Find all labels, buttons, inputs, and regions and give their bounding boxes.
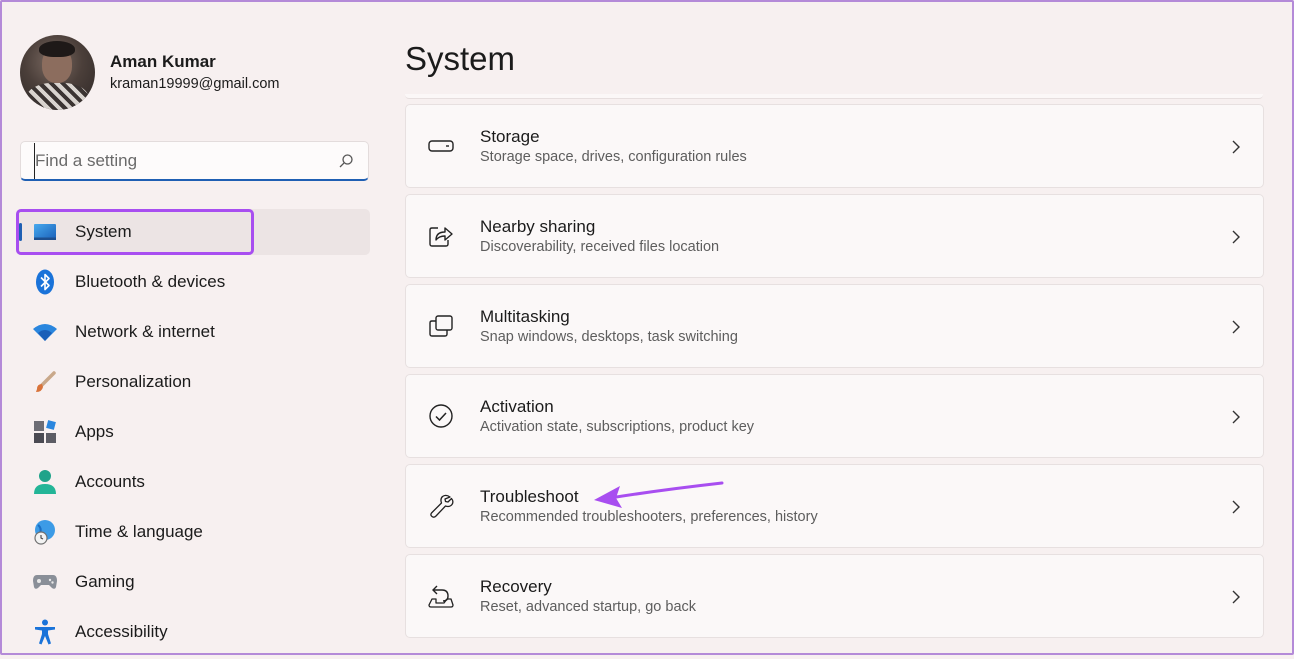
sidebar-item-label: Apps <box>75 422 114 441</box>
sidebar-item-system[interactable]: System <box>16 209 370 255</box>
sidebar-item-label: Bluetooth & devices <box>75 272 226 291</box>
user-name: Aman Kumar <box>110 51 216 71</box>
page-title: System <box>405 40 516 77</box>
settings-list: Storage Storage space, drives, configura… <box>405 104 1264 644</box>
settings-card-recovery[interactable]: Recovery Reset, advanced startup, go bac… <box>405 554 1264 638</box>
card-subtitle: Discoverability, received files location <box>480 238 720 255</box>
user-email: kraman19999@gmail.com <box>110 75 280 92</box>
search-icon[interactable] <box>338 153 354 169</box>
accessibility-icon <box>32 619 58 645</box>
sidebar-item-accessibility[interactable]: Accessibility <box>16 609 370 655</box>
brush-icon <box>32 369 58 395</box>
apps-icon <box>32 419 58 445</box>
sidebar-item-gaming[interactable]: Gaming <box>16 559 370 605</box>
card-title: Recovery <box>480 576 552 596</box>
sidebar-item-label: Time & language <box>75 522 203 541</box>
sidebar-item-bluetooth[interactable]: Bluetooth & devices <box>16 259 370 305</box>
sidebar-nav: System Bluetooth & devices Network & int… <box>16 209 370 659</box>
globe-clock-icon <box>32 519 58 545</box>
search-input[interactable] <box>34 142 338 179</box>
sidebar-item-label: Network & internet <box>75 322 215 341</box>
storage-drive-icon <box>427 132 455 160</box>
chevron-right-icon <box>1232 590 1240 604</box>
sidebar-item-accounts[interactable]: Accounts <box>16 459 370 505</box>
settings-card-troubleshoot[interactable]: Troubleshoot Recommended troubleshooters… <box>405 464 1264 548</box>
card-subtitle: Recommended troubleshooters, preferences… <box>480 508 818 525</box>
settings-card-nearby-sharing[interactable]: Nearby sharing Discoverability, received… <box>405 194 1264 278</box>
chevron-right-icon <box>1232 500 1240 514</box>
profile-text: Aman Kumar kraman19999@gmail.com <box>110 51 279 94</box>
multitasking-icon <box>427 312 455 340</box>
settings-card-multitasking[interactable]: Multitasking Snap windows, desktops, tas… <box>405 284 1264 368</box>
chevron-right-icon <box>1232 140 1240 154</box>
card-title: Storage <box>480 126 540 146</box>
gamepad-icon <box>32 569 58 595</box>
chevron-right-icon <box>1232 320 1240 334</box>
sidebar-item-label: Gaming <box>75 572 135 591</box>
bluetooth-icon <box>32 269 58 295</box>
card-title: Nearby sharing <box>480 216 596 236</box>
sidebar-item-label: Accessibility <box>75 622 168 641</box>
check-circle-icon <box>427 402 455 430</box>
sidebar: Aman Kumar kraman19999@gmail.com System <box>0 0 385 655</box>
previous-card-edge <box>405 94 1263 99</box>
sidebar-item-apps[interactable]: Apps <box>16 409 370 455</box>
search-box[interactable] <box>20 141 369 181</box>
card-title: Multitasking <box>480 306 570 326</box>
wrench-icon <box>427 492 455 520</box>
card-title: Activation <box>480 396 554 416</box>
settings-card-activation[interactable]: Activation Activation state, subscriptio… <box>405 374 1264 458</box>
sidebar-item-label: Personalization <box>75 372 192 391</box>
person-icon <box>32 469 58 495</box>
chevron-right-icon <box>1232 410 1240 424</box>
card-subtitle: Reset, advanced startup, go back <box>480 598 697 615</box>
system-icon <box>32 219 58 245</box>
card-title: Troubleshoot <box>480 486 579 506</box>
sidebar-item-label: Accounts <box>75 472 145 491</box>
settings-card-storage[interactable]: Storage Storage space, drives, configura… <box>405 104 1264 188</box>
chevron-right-icon <box>1232 230 1240 244</box>
sidebar-item-label: System <box>75 222 132 241</box>
sidebar-item-time-language[interactable]: Time & language <box>16 509 370 555</box>
user-profile[interactable]: Aman Kumar kraman19999@gmail.com <box>20 34 279 110</box>
card-subtitle: Activation state, subscriptions, product… <box>480 418 755 435</box>
card-subtitle: Storage space, drives, configuration rul… <box>480 148 747 165</box>
card-subtitle: Snap windows, desktops, task switching <box>480 328 738 345</box>
share-icon <box>427 222 455 250</box>
sidebar-item-network[interactable]: Network & internet <box>16 309 370 355</box>
avatar[interactable] <box>20 34 95 110</box>
wifi-icon <box>32 319 58 345</box>
active-indicator <box>19 223 22 241</box>
sidebar-item-personalization[interactable]: Personalization <box>16 359 370 405</box>
recovery-icon <box>427 582 455 610</box>
